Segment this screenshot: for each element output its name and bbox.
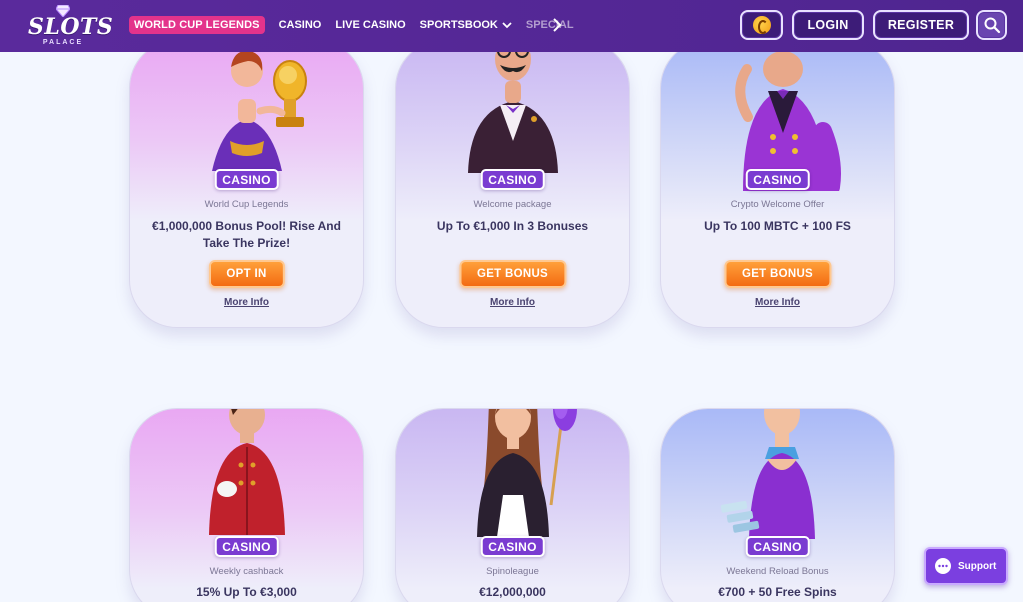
login-button[interactable]: LOGIN	[792, 10, 864, 40]
more-info-link[interactable]: More Info	[661, 297, 894, 308]
nav-item-world-cup-legends[interactable]: WORLD CUP LEGENDS	[129, 16, 265, 34]
get-bonus-button[interactable]: GET BONUS	[723, 260, 832, 288]
nav-item-sportsbook-label: SPORTSBOOK	[419, 19, 498, 31]
stewardess-illustration	[720, 409, 815, 539]
more-info-link[interactable]: More Info	[130, 297, 363, 308]
support-chat-button[interactable]: Support	[924, 547, 1008, 585]
promo-title: Up To €1,000 In 3 Bonuses	[436, 219, 589, 233]
promo-card-weekly-cashback: CASINO Weekly cashback 15% Up To €3,000	[129, 408, 364, 602]
category-badge: CASINO	[214, 169, 279, 190]
bellboy-illustration	[208, 409, 285, 535]
chat-bubble-icon	[935, 558, 951, 574]
opt-in-button[interactable]: OPT IN	[208, 260, 285, 288]
trophy-woman-illustration	[211, 50, 307, 171]
promo-subtitle: Crypto Welcome Offer	[730, 199, 825, 210]
promo-subtitle: Weekend Reload Bonus	[726, 566, 829, 577]
chevron-right-icon[interactable]	[551, 17, 563, 33]
get-bonus-button[interactable]: GET BONUS	[458, 260, 567, 288]
category-badge: CASINO	[480, 536, 545, 557]
more-info-link[interactable]: More Info	[396, 297, 629, 308]
promo-subtitle: Weekly cashback	[209, 566, 284, 577]
nav-item-special[interactable]: SPECIAL	[526, 19, 574, 31]
top-header: SLOTS PALACE WORLD CUP LEGENDS CASINO LI…	[0, 0, 1023, 52]
support-label: Support	[958, 560, 997, 572]
promo-subtitle: Welcome package	[473, 199, 552, 210]
maid-illustration	[476, 409, 577, 537]
promo-card-crypto-welcome: CASINO Crypto Welcome Offer Up To 100 MB…	[660, 40, 895, 328]
promo-title: 15% Up To €3,000	[196, 585, 297, 599]
nav-item-live-casino[interactable]: LIVE CASINO	[335, 19, 405, 31]
promo-card-spinoleague: CASINO Spinoleague €12,000,000	[395, 408, 630, 602]
register-button[interactable]: REGISTER	[873, 10, 969, 40]
promo-card-weekend-reload: CASINO Weekend Reload Bonus €700 + 50 Fr…	[660, 408, 895, 602]
nav-item-sportsbook[interactable]: SPORTSBOOK	[420, 19, 512, 31]
category-badge: CASINO	[214, 536, 279, 557]
logo-subtitle: PALACE	[42, 39, 84, 46]
main-nav: WORLD CUP LEGENDS CASINO LIVE CASINO SPO…	[129, 14, 574, 36]
crypto-coin-button[interactable]	[740, 10, 783, 40]
promo-title: €12,000,000	[479, 585, 546, 599]
category-badge: CASINO	[745, 169, 810, 190]
butler-illustration	[467, 41, 558, 173]
promo-title: Up To 100 MBTC + 100 FS	[704, 219, 851, 233]
promo-title: €1,000,000 Bonus Pool! Rise And Take The…	[152, 219, 341, 250]
promo-subtitle: World Cup Legends	[204, 199, 289, 210]
promo-subtitle: Spinoleague	[486, 566, 539, 577]
nav-item-casino[interactable]: CASINO	[279, 19, 322, 31]
logo-wordmark: SLOTS	[28, 14, 114, 40]
slots-palace-logo[interactable]: SLOTS PALACE	[28, 4, 114, 48]
chevron-down-icon	[502, 22, 512, 29]
promo-title: €700 + 50 Free Spins	[718, 585, 837, 599]
category-badge: CASINO	[745, 536, 810, 557]
promo-card-world-cup-legends: CASINO World Cup Legends €1,000,000 Bonu…	[129, 40, 364, 328]
search-button[interactable]	[976, 10, 1007, 40]
coin-icon	[752, 16, 771, 34]
search-icon	[984, 17, 1000, 34]
promo-card-welcome-package: CASINO Welcome package Up To €1,000 In 3…	[395, 40, 630, 328]
category-badge: CASINO	[480, 169, 545, 190]
